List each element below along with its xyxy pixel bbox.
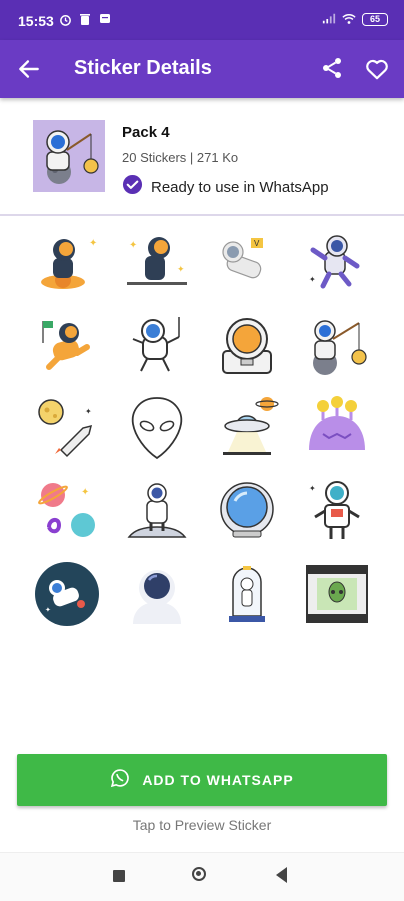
back-arrow-icon[interactable] — [16, 56, 42, 82]
add-to-whatsapp-button[interactable]: ADD TO WHATSAPP — [17, 754, 387, 806]
trash-icon — [78, 12, 92, 26]
pack-meta: 20 Stickers | 271 Ko — [122, 150, 239, 165]
sticker-moon-and-rocket[interactable]: ✦ — [22, 386, 112, 469]
svg-text:✦: ✦ — [309, 275, 316, 284]
sticker-astronaut-holding-flag[interactable] — [22, 303, 112, 386]
back-triangle-icon[interactable] — [276, 867, 287, 883]
share-icon[interactable] — [320, 56, 344, 80]
sticker-astronaut-bust[interactable] — [112, 552, 202, 635]
add-button-label: ADD TO WHATSAPP — [142, 772, 294, 788]
alarm-icon — [58, 12, 72, 26]
status-system: 65 — [322, 12, 388, 26]
whatsapp-icon — [110, 768, 130, 793]
sticker-space-helmet[interactable] — [202, 469, 292, 552]
sticker-planets-galaxy[interactable]: ✦ — [22, 469, 112, 552]
status-bar: 15:53 65 — [0, 0, 404, 40]
sticker-alien-head-outline[interactable] — [112, 386, 202, 469]
check-circle-icon — [122, 174, 143, 200]
heart-icon[interactable] — [364, 56, 390, 82]
system-nav-bar — [0, 852, 404, 901]
svg-text:✦: ✦ — [309, 484, 316, 493]
status-time: 15:53 — [18, 13, 54, 29]
sticker-purple-alien[interactable] — [292, 386, 382, 469]
svg-text:✦: ✦ — [177, 264, 185, 274]
ready-status: Ready to use in WhatsApp — [122, 174, 329, 200]
ready-text: Ready to use in WhatsApp — [151, 178, 329, 196]
sticker-astronaut-sitting-on-ground[interactable]: ✦ ✦ — [112, 220, 202, 303]
svg-text:✦: ✦ — [81, 487, 89, 498]
svg-text:V: V — [254, 239, 260, 248]
sticker-astronaut-sitting-on-planet[interactable]: ✦ — [22, 220, 112, 303]
preview-hint: Tap to Preview Sticker — [132, 817, 272, 833]
recent-apps-icon[interactable] — [113, 870, 125, 882]
message-icon — [98, 12, 112, 26]
status-notifications — [58, 12, 112, 26]
sticker-astronaut-in-circle[interactable]: ✦ — [22, 552, 112, 635]
pack-name: Pack 4 — [122, 124, 170, 141]
sticker-astronaut-spacewalk[interactable]: ✦ — [292, 220, 382, 303]
sticker-astronaut-floating-with-flag[interactable]: V — [202, 220, 292, 303]
sticker-astronaut-on-grid[interactable]: ✦ — [292, 469, 382, 552]
home-icon[interactable] — [192, 867, 206, 881]
tray-icon — [33, 120, 105, 192]
svg-text:✦: ✦ — [89, 238, 97, 249]
app-bar: Sticker Details — [0, 40, 404, 98]
sticker-grid: ✦ ✦ ✦ V ✦ ✦ ✦ ✦ ✦ — [22, 220, 382, 635]
page-title: Sticker Details — [74, 57, 212, 79]
sticker-astronaut-on-moon[interactable] — [112, 469, 202, 552]
svg-text:✦: ✦ — [45, 606, 51, 614]
sticker-astronaut-capsule[interactable] — [202, 552, 292, 635]
wifi-icon — [342, 12, 356, 26]
signal-icon — [322, 12, 336, 26]
sticker-ufo[interactable] — [202, 386, 292, 469]
sticker-astronaut-floating[interactable] — [112, 303, 202, 386]
pack-header: Pack 4 20 Stickers | 271 Ko Ready to use… — [0, 98, 404, 216]
sticker-astronaut-helmet-front[interactable] — [202, 303, 292, 386]
sticker-alien-on-film[interactable] — [292, 552, 382, 635]
svg-text:✦: ✦ — [129, 240, 137, 251]
sticker-astronaut-fishing-on-moon[interactable] — [292, 303, 382, 386]
battery-indicator: 65 — [362, 12, 388, 26]
svg-text:✦: ✦ — [85, 407, 92, 416]
